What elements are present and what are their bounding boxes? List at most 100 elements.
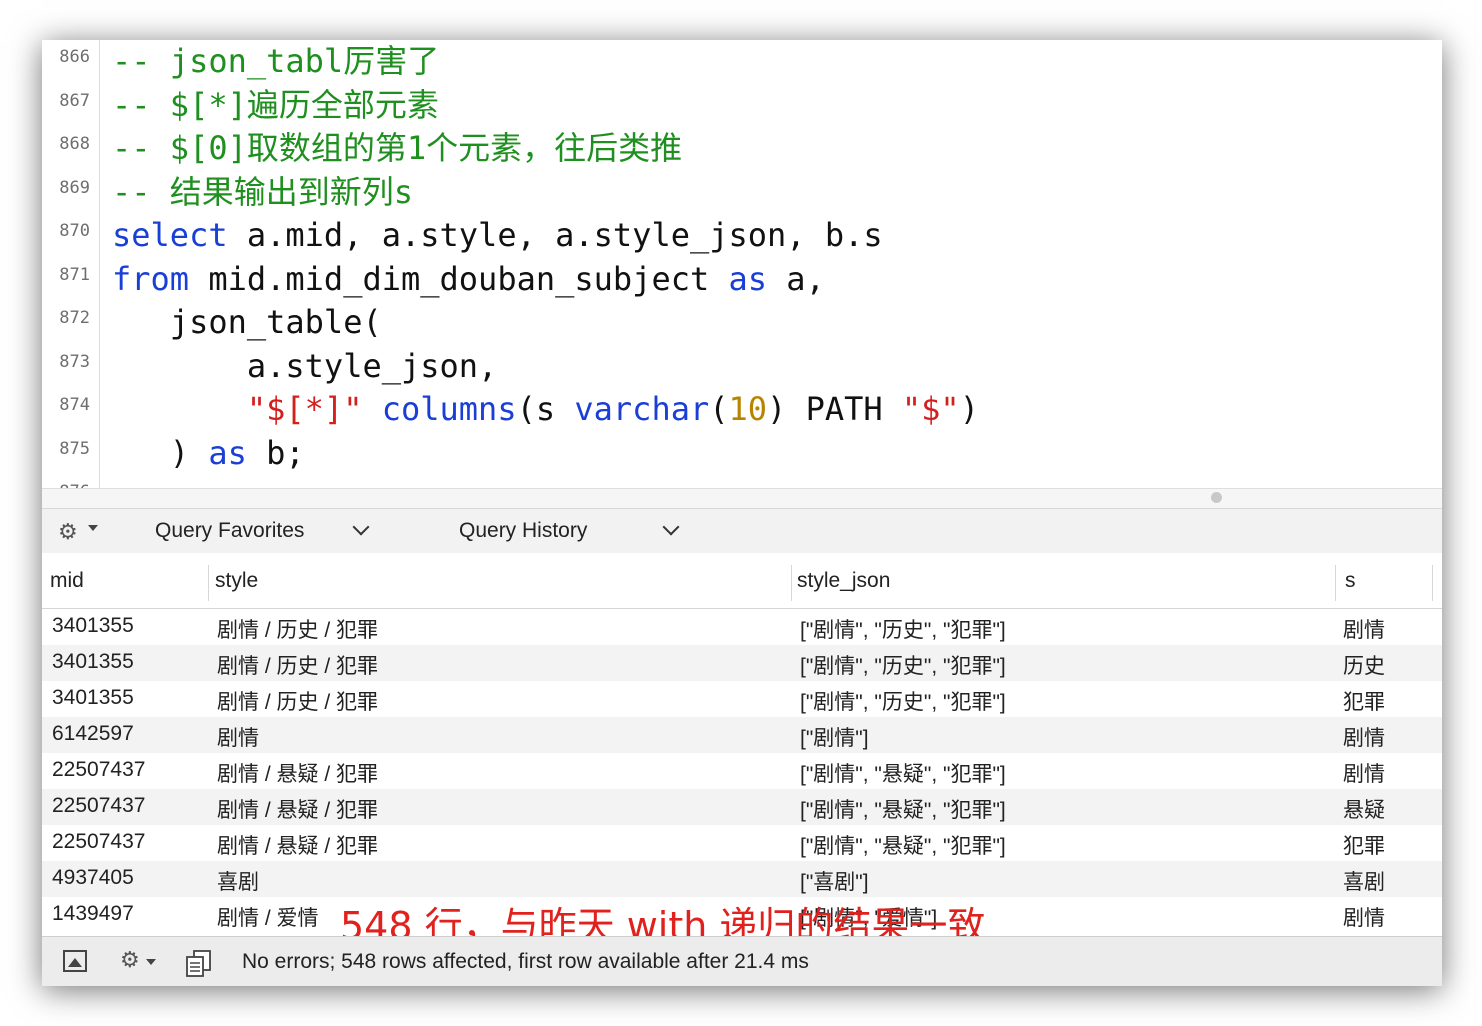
- cell-mid[interactable]: 3401355: [52, 614, 134, 638]
- cell-style-json[interactable]: ["剧情", "历史", "犯罪"]: [800, 614, 1006, 644]
- cell-mid[interactable]: 22507437: [52, 830, 145, 854]
- cell-s[interactable]: 剧情: [1343, 722, 1385, 752]
- code-text: ) as b;: [112, 432, 305, 475]
- code-token: as: [208, 433, 247, 472]
- caret-down-icon[interactable]: [88, 525, 98, 531]
- code-token: b;: [246, 433, 305, 472]
- cell-mid[interactable]: 1439497: [52, 902, 134, 926]
- table-row[interactable]: 22507437 剧情 / 悬疑 / 犯罪 ["剧情", "悬疑", "犯罪"] 剧情: [42, 753, 1442, 789]
- code-token: ): [112, 433, 209, 472]
- column-divider[interactable]: [208, 565, 209, 601]
- cell-style-json[interactable]: ["剧情", "历史", "犯罪"]: [800, 650, 1006, 680]
- table-row[interactable]: 6142597 剧情 ["剧情"] 剧情: [42, 717, 1442, 753]
- column-header-style-json[interactable]: style_json: [797, 569, 890, 593]
- cell-s[interactable]: 剧情: [1343, 902, 1385, 932]
- cell-mid[interactable]: 3401355: [52, 686, 134, 710]
- cell-style-json[interactable]: ["剧情", "悬疑", "犯罪"]: [800, 794, 1006, 824]
- cell-style[interactable]: 剧情 / 悬疑 / 犯罪: [217, 794, 378, 824]
- column-divider[interactable]: [791, 565, 792, 601]
- code-line[interactable]: 875 ) as b;: [42, 432, 1442, 475]
- query-history-button[interactable]: Query History: [459, 519, 587, 543]
- code-token: columns: [381, 390, 517, 428]
- line-number: 869: [59, 177, 90, 198]
- cell-style[interactable]: 剧情 / 爱情: [217, 902, 319, 932]
- cell-style-json[interactable]: ["剧情"]: [800, 722, 869, 752]
- cell-style-json[interactable]: ["剧情", "悬疑", "犯罪"]: [800, 830, 1006, 860]
- code-token: varchar: [574, 390, 710, 428]
- sql-editor[interactable]: 866 -- json_tabl厉害了 867 -- $[*]遍历全部元素 868 -- …: [42, 40, 1442, 488]
- column-header-s[interactable]: s: [1345, 569, 1356, 593]
- status-bar: ⚙ No errors; 548 rows affected, first ro…: [42, 936, 1442, 986]
- gear-icon[interactable]: ⚙: [58, 519, 78, 545]
- code-token: "$[*]": [246, 390, 363, 428]
- gear-icon[interactable]: ⚙: [120, 947, 140, 973]
- cell-style[interactable]: 剧情 / 历史 / 犯罪: [217, 650, 378, 680]
- column-divider[interactable]: [1432, 565, 1433, 601]
- cell-style[interactable]: 剧情 / 悬疑 / 犯罪: [217, 758, 378, 788]
- toggle-panel-icon[interactable]: [62, 949, 88, 973]
- table-row[interactable]: 3401355 剧情 / 历史 / 犯罪 ["剧情", "历史", "犯罪"] 历史: [42, 645, 1442, 681]
- splitter-handle[interactable]: [1211, 492, 1222, 503]
- cell-s[interactable]: 喜剧: [1343, 866, 1385, 896]
- cell-s[interactable]: 历史: [1343, 650, 1385, 680]
- cell-style[interactable]: 剧情 / 悬疑 / 犯罪: [217, 830, 378, 860]
- code-token: -- $[0]取数组的第1个元素，往后类推: [112, 129, 683, 167]
- code-line[interactable]: 870 select a.mid, a.style, a.style_json, …: [42, 214, 1442, 257]
- cell-style-json[interactable]: ["喜剧"]: [800, 866, 869, 896]
- column-divider[interactable]: [1335, 565, 1336, 601]
- cell-s[interactable]: 剧情: [1343, 614, 1385, 644]
- line-number: 871: [59, 264, 90, 285]
- code-line[interactable]: 871 from mid.mid_dim_douban_subject as a,: [42, 258, 1442, 301]
- line-number: 873: [59, 351, 90, 372]
- cell-s[interactable]: 悬疑: [1343, 794, 1385, 824]
- table-row[interactable]: 3401355 剧情 / 历史 / 犯罪 ["剧情", "历史", "犯罪"] 剧情: [42, 609, 1442, 645]
- code-token: json_table(: [112, 303, 382, 341]
- cell-style[interactable]: 喜剧: [217, 866, 259, 896]
- code-text: -- $[*]遍历全部元素: [112, 84, 439, 127]
- code-token: from: [112, 259, 190, 298]
- code-token: "$": [901, 390, 960, 428]
- editor-splitter[interactable]: [42, 488, 1442, 509]
- table-row[interactable]: 3401355 剧情 / 历史 / 犯罪 ["剧情", "历史", "犯罪"] 犯罪: [42, 681, 1442, 717]
- cell-s[interactable]: 犯罪: [1343, 830, 1385, 860]
- cell-style-json[interactable]: ["剧情", "悬疑", "犯罪"]: [800, 758, 1006, 788]
- table-header: mid style style_json s: [42, 553, 1442, 609]
- code-line[interactable]: 866 -- json_tabl厉害了: [42, 40, 1442, 83]
- cell-style[interactable]: 剧情: [217, 722, 259, 752]
- table-row[interactable]: 22507437 剧情 / 悬疑 / 犯罪 ["剧情", "悬疑", "犯罪"] 悬疑: [42, 789, 1442, 825]
- code-line[interactable]: 872 json_table(: [42, 301, 1442, 344]
- code-line[interactable]: 873 a.style_json,: [42, 345, 1442, 388]
- query-toolbar: ⚙ Query Favorites Query History: [42, 508, 1442, 555]
- cell-style[interactable]: 剧情 / 历史 / 犯罪: [217, 686, 378, 716]
- copy-results-icon[interactable]: [184, 949, 214, 977]
- table-row[interactable]: 22507437 剧情 / 悬疑 / 犯罪 ["剧情", "悬疑", "犯罪"] 犯罪: [42, 825, 1442, 861]
- cell-style[interactable]: 剧情 / 历史 / 犯罪: [217, 614, 378, 644]
- cell-s[interactable]: 犯罪: [1343, 686, 1385, 716]
- cell-mid[interactable]: 3401355: [52, 650, 134, 674]
- cell-mid[interactable]: 6142597: [52, 722, 134, 746]
- code-line[interactable]: 876: [42, 475, 1442, 488]
- cell-style-json[interactable]: ["剧情", "历史", "犯罪"]: [800, 686, 1006, 716]
- code-token: -- $[*]遍历全部元素: [112, 85, 439, 124]
- query-favorites-button[interactable]: Query Favorites: [155, 519, 304, 543]
- cell-mid[interactable]: 22507437: [52, 758, 145, 782]
- code-line[interactable]: 874 "$[*]" columns(s varchar(10) PATH "$…: [42, 388, 1442, 431]
- cell-mid[interactable]: 22507437: [52, 794, 145, 818]
- line-number: 872: [59, 308, 90, 328]
- code-line[interactable]: 869 -- 结果输出到新列s: [42, 171, 1442, 214]
- code-line[interactable]: 868 -- $[0]取数组的第1个元素，往后类推: [42, 127, 1442, 170]
- caret-down-icon[interactable]: [146, 959, 156, 965]
- sql-client-window: 866 -- json_tabl厉害了 867 -- $[*]遍历全部元素 868 -- …: [42, 40, 1442, 986]
- chevron-down-icon[interactable]: [662, 518, 680, 536]
- line-number: 870: [59, 221, 90, 241]
- cell-mid[interactable]: 4937405: [52, 866, 134, 890]
- code-token: -- json_tabl厉害了: [112, 42, 440, 80]
- code-line[interactable]: 867 -- $[*]遍历全部元素: [42, 84, 1442, 127]
- chevron-down-icon[interactable]: [352, 518, 370, 536]
- cell-s[interactable]: 剧情: [1343, 758, 1385, 788]
- column-header-style[interactable]: style: [215, 569, 258, 593]
- code-token: a.mid, a.style, a.style_json, b.s: [227, 216, 883, 254]
- table-row[interactable]: 4937405 喜剧 ["喜剧"] 喜剧: [42, 861, 1442, 897]
- column-header-mid[interactable]: mid: [50, 569, 84, 593]
